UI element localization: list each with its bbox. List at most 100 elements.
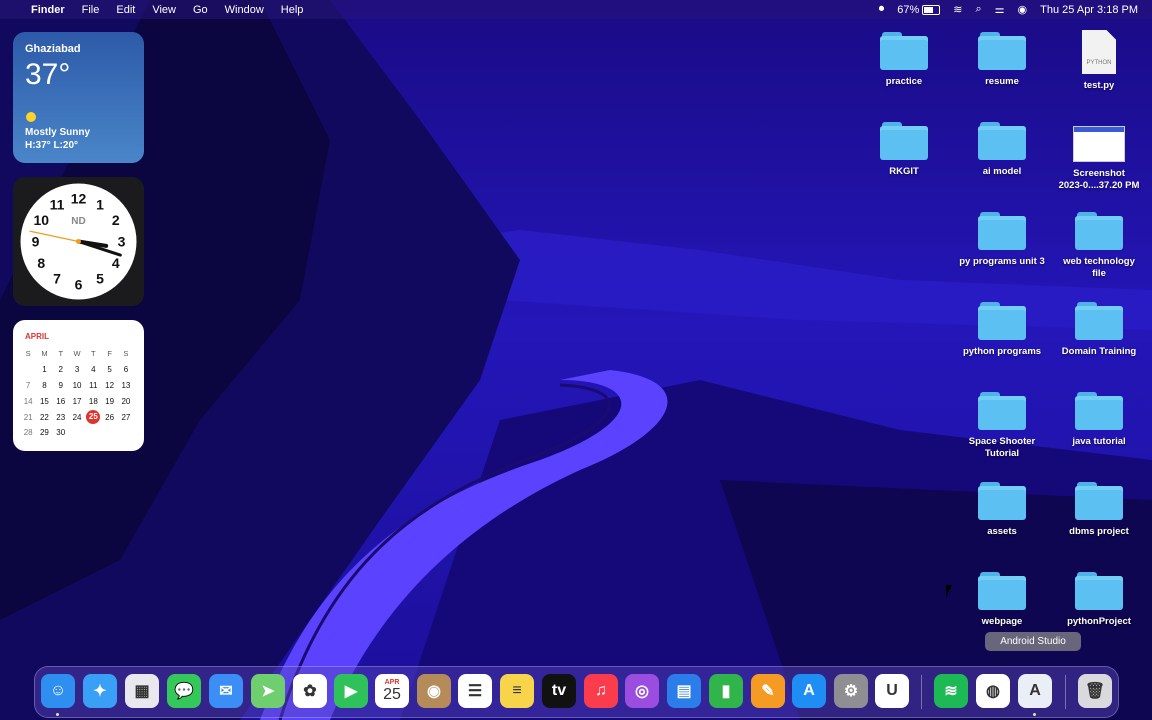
- desktop-icon-folder[interactable]: ai model: [954, 120, 1050, 178]
- photos-icon[interactable]: ✿: [293, 674, 327, 708]
- menu-window[interactable]: Window: [225, 4, 264, 16]
- menu-file[interactable]: File: [82, 4, 100, 16]
- weather-high-low: H:37° L:20°: [25, 140, 79, 151]
- desktop-icon-label: resume: [985, 76, 1019, 87]
- calendar-day: 10: [72, 380, 82, 390]
- desktop-icon-label: web technology file: [1063, 256, 1135, 279]
- dock-glyph: ✎: [761, 683, 775, 700]
- calendar-day: 21: [23, 412, 33, 422]
- menu-clock[interactable]: Thu 25 Apr 3:18 PM: [1040, 4, 1138, 16]
- desktop-icon-label: dbms project: [1069, 526, 1129, 537]
- weather-condition: Mostly Sunny: [25, 127, 91, 138]
- music-icon[interactable]: ♫: [584, 674, 618, 708]
- calendar-day: 8: [42, 380, 47, 390]
- dock-glyph: ◎: [635, 683, 649, 700]
- dock-glyph: tv: [551, 682, 567, 699]
- battery-status[interactable]: 67%: [897, 3, 941, 16]
- pages-icon[interactable]: ✎: [751, 674, 785, 708]
- dock-glyph: ▤: [676, 683, 692, 700]
- menu-edit[interactable]: Edit: [116, 4, 135, 16]
- desktop-icon-folder[interactable]: practice: [856, 30, 952, 88]
- android-studio-icon[interactable]: A: [1018, 674, 1052, 708]
- dock-calendar-month: APR: [384, 678, 400, 686]
- maps-icon[interactable]: ➤: [251, 674, 285, 708]
- numbers-icon[interactable]: ▮: [709, 674, 743, 708]
- desktop-icon-folder[interactable]: java tutorial: [1051, 390, 1147, 448]
- menu-help[interactable]: Help: [281, 4, 304, 16]
- calendar-icon[interactable]: APR 25: [375, 674, 409, 708]
- desktop-icon-folder[interactable]: resume: [954, 30, 1050, 88]
- calendar-day: 26: [105, 412, 115, 422]
- desktop-icon-folder[interactable]: py programs unit 3: [954, 210, 1050, 268]
- udemy-icon[interactable]: U: [875, 674, 909, 708]
- desktop-icon-label: Space Shooter Tutorial: [968, 436, 1036, 459]
- desktop-icon-folder[interactable]: Space Shooter Tutorial: [954, 390, 1050, 460]
- menu-finder[interactable]: Finder: [31, 4, 65, 16]
- calendar-day: 22: [39, 412, 49, 422]
- safari-icon[interactable]: ✦: [83, 674, 117, 708]
- weather-widget[interactable]: Ghaziabad 37° Mostly Sunny H:37° L:20°: [13, 32, 144, 163]
- desktop-icon-label: RKGIT: [889, 166, 919, 177]
- desktop-icon-folder[interactable]: Domain Training: [1051, 300, 1147, 358]
- desktop-icon-folder[interactable]: RKGIT: [856, 120, 952, 178]
- calendar-month: APRIL: [25, 332, 49, 341]
- notes-icon[interactable]: ≡: [500, 674, 534, 708]
- folder-icon: [978, 300, 1026, 340]
- dock-glyph: A: [803, 682, 815, 699]
- mouse-cursor: [946, 585, 958, 597]
- desktop-icon-folder[interactable]: dbms project: [1051, 480, 1147, 538]
- desktop-icon-folder[interactable]: web technology file: [1051, 210, 1147, 280]
- calendar-day: [85, 425, 101, 441]
- dock-glyph: ☺: [49, 682, 67, 699]
- desktop-icon-label: assets: [987, 526, 1017, 537]
- spotify-icon[interactable]: ≋: [934, 674, 968, 708]
- desktop-icon-folder[interactable]: python programs: [954, 300, 1050, 358]
- launchpad-icon[interactable]: ▦: [125, 674, 159, 708]
- calendar-widget[interactable]: APRIL S M T W T F S 1 2 3 4 5 6 7 8 9 10 11 12 13 14 15 16 17 18…: [13, 320, 144, 451]
- weekday-header: S: [25, 349, 31, 359]
- trash-icon[interactable]: 🗑: [1078, 674, 1112, 708]
- clock-number: 9: [32, 234, 40, 250]
- dock-glyph: ◉: [427, 683, 441, 700]
- record-icon[interactable]: ⏺: [879, 3, 885, 16]
- calendar-day: 6: [123, 365, 129, 375]
- folder-icon: [1075, 390, 1123, 430]
- folder-icon: [880, 120, 928, 160]
- weekday-header: M: [41, 349, 48, 359]
- wifi-icon[interactable]: ≋: [953, 3, 962, 16]
- spotlight-search-icon[interactable]: ⌕: [976, 3, 982, 16]
- calendar-day: 5: [107, 365, 112, 375]
- control-center-icon[interactable]: ⚌: [995, 3, 1005, 16]
- desktop-icon-folder[interactable]: assets: [954, 480, 1050, 538]
- desktop-icon-folder[interactable]: webpage: [954, 570, 1050, 628]
- dock-glyph: ✦: [93, 683, 107, 700]
- calendar-day: 25: [85, 409, 101, 425]
- desktop-icon-folder[interactable]: pythonProject: [1051, 570, 1147, 628]
- folder-icon: [1075, 300, 1123, 340]
- podcasts-icon[interactable]: ◎: [625, 674, 659, 708]
- messages-icon[interactable]: 💬: [167, 674, 201, 708]
- mail-icon[interactable]: ✉: [209, 674, 243, 708]
- calendar-day: 19: [105, 396, 115, 406]
- clock-widget[interactable]: 12 1 2 3 4 5 6 7 8 9 10 11 ND: [13, 177, 144, 306]
- app-store-icon[interactable]: A: [792, 674, 826, 708]
- finder-icon[interactable]: ☺: [41, 674, 75, 708]
- python-file-icon: PYTHON: [1082, 30, 1116, 74]
- reminders-icon[interactable]: ☰: [458, 674, 492, 708]
- battery-percent: 67%: [897, 3, 920, 16]
- facetime-icon[interactable]: ▶: [334, 674, 368, 708]
- desktop-icon-pyfile[interactable]: PYTHON test.py: [1051, 30, 1147, 92]
- desktop-icon-label: test.py: [1083, 80, 1115, 91]
- system-settings-icon[interactable]: ⚙: [834, 674, 868, 708]
- calendar-day: 14: [23, 396, 33, 406]
- siri-icon[interactable]: ◉: [1018, 3, 1028, 16]
- chrome-icon[interactable]: ◍: [976, 674, 1010, 708]
- dock-glyph: ◍: [986, 683, 1000, 700]
- keynote-icon[interactable]: ▤: [667, 674, 701, 708]
- tv-icon[interactable]: tv: [542, 674, 576, 708]
- menu-go[interactable]: Go: [193, 4, 208, 16]
- contacts-icon[interactable]: ◉: [417, 674, 451, 708]
- sun-icon: [26, 112, 36, 122]
- menu-view[interactable]: View: [152, 4, 176, 16]
- desktop-icon-screenshot[interactable]: Screenshot 2023-0....37.20 PM: [1051, 120, 1147, 192]
